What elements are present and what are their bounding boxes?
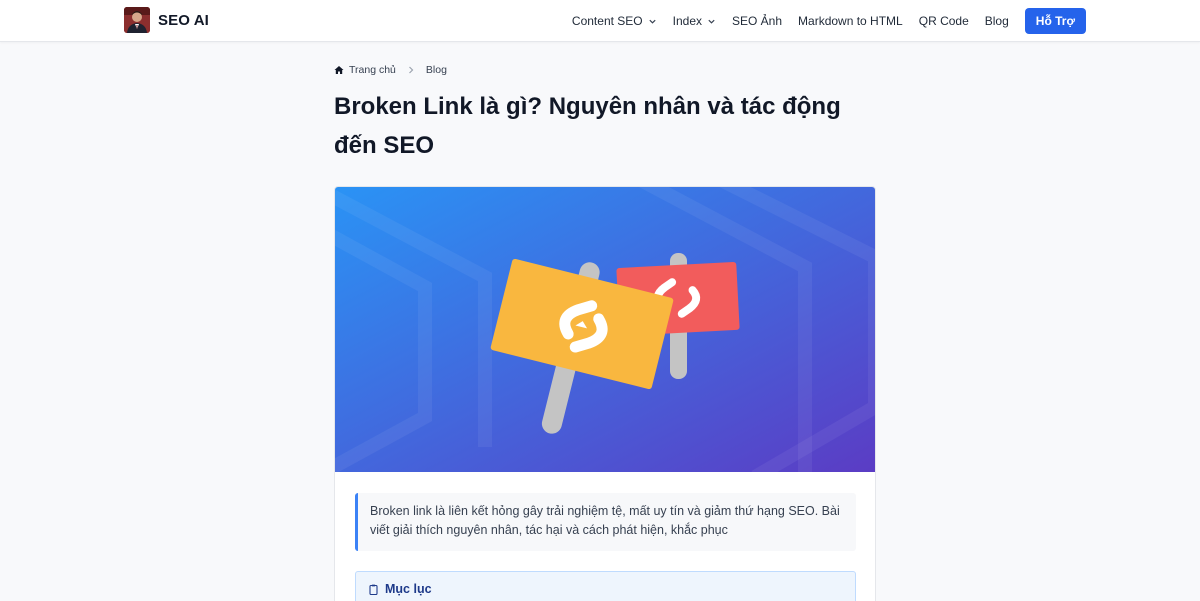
nav-label: Markdown to HTML bbox=[798, 14, 903, 28]
article-summary: Broken link là liên kết hỏng gây trải ng… bbox=[355, 493, 856, 551]
home-icon bbox=[334, 66, 344, 74]
article-card: Broken link là liên kết hỏng gây trải ng… bbox=[334, 186, 876, 601]
clipboard-icon bbox=[369, 584, 378, 595]
breadcrumb-blog[interactable]: Blog bbox=[426, 64, 447, 76]
nav-index[interactable]: Index bbox=[673, 14, 716, 28]
nav-label: SEO Ảnh bbox=[732, 14, 783, 28]
page-title: Broken Link là gì? Nguyên nhân và tác độ… bbox=[334, 93, 841, 159]
table-of-contents: Mục lục bbox=[355, 571, 856, 601]
toc-toggle[interactable]: Mục lục bbox=[368, 582, 843, 596]
nav-seo-anh[interactable]: SEO Ảnh bbox=[732, 14, 782, 28]
nav-markdown-to-html[interactable]: Markdown to HTML bbox=[798, 14, 903, 28]
site-header: SEO AI Content SEO Index SEO Ảnh Markdow… bbox=[0, 0, 1200, 42]
chevron-down-icon bbox=[649, 19, 656, 24]
logo-link[interactable]: SEO AI bbox=[124, 7, 209, 33]
nav-label: Index bbox=[672, 14, 702, 28]
logo-avatar bbox=[124, 7, 150, 33]
breadcrumb-home[interactable]: Trang chủ bbox=[349, 64, 396, 76]
nav-label: Blog bbox=[984, 14, 1009, 28]
brand-name: SEO AI bbox=[158, 11, 209, 29]
chevron-right-icon bbox=[408, 66, 414, 74]
nav-content-seo[interactable]: Content SEO bbox=[572, 14, 657, 28]
nav-qr-code[interactable]: QR Code bbox=[919, 14, 969, 28]
hero-image bbox=[335, 187, 875, 472]
breadcrumb: Trang chủ Blog bbox=[334, 64, 447, 76]
nav-label: Content SEO bbox=[571, 14, 643, 28]
toc-title: Mục lục bbox=[385, 582, 432, 596]
chevron-down-icon bbox=[708, 19, 715, 24]
nav-label: QR Code bbox=[918, 14, 969, 28]
nav-blog[interactable]: Blog bbox=[985, 14, 1009, 28]
main-nav: Content SEO Index SEO Ảnh Markdown to HT… bbox=[556, 8, 1086, 34]
support-button[interactable]: Hỗ Trợ bbox=[1024, 8, 1086, 34]
